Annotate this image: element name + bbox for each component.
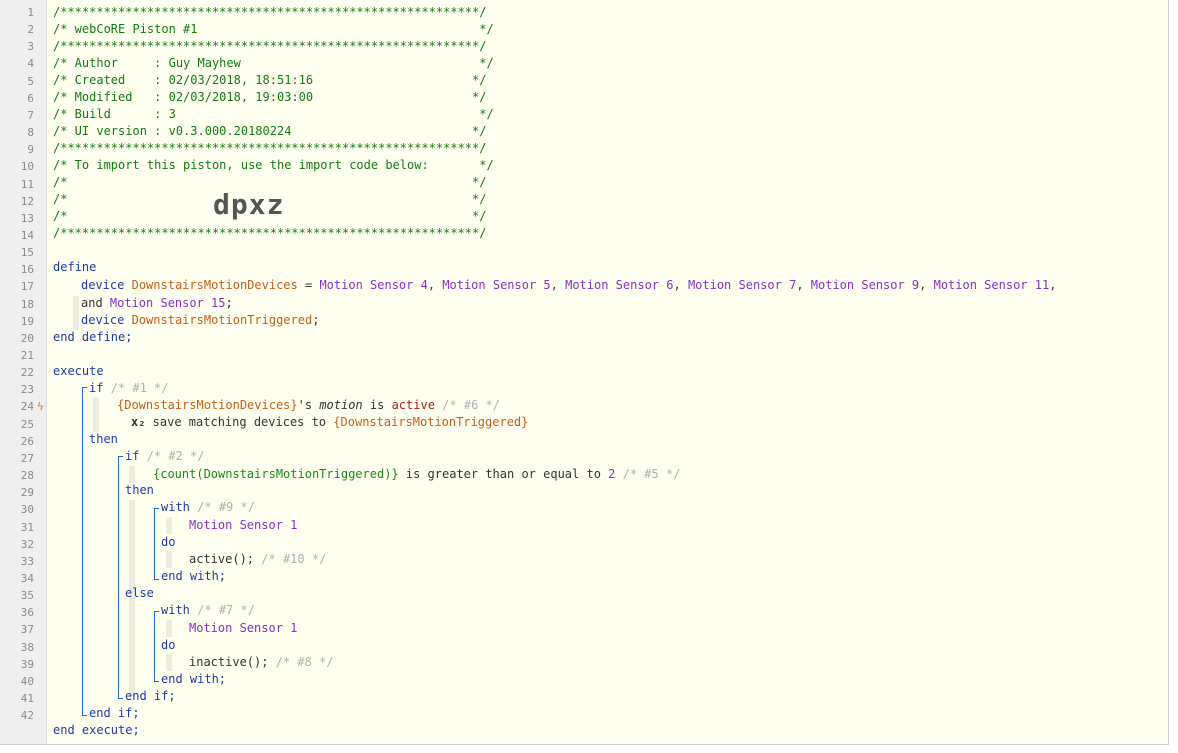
if-statement-2[interactable]: if /* #2 */ [125,448,204,465]
line-number: 4 [27,57,34,71]
line-number: 28 [20,469,34,483]
line-number: 37 [20,623,34,637]
line-number: 38 [20,640,34,654]
code-editor: 1 2 3 4 5 6 7 8 9 10 11 12 13 14 15 16 17 18 19 20 21 22 23 24 2… [0,0,1169,745]
line-number: 25 [20,417,34,431]
save-matching-devices[interactable]: x₂ save matching devices to {DownstairsM… [131,414,528,431]
end-define: end define; [53,330,133,344]
line-number: 7 [27,108,34,122]
code-line: /* Modified : 02/03/2018, 19:03:00 */ [53,90,487,104]
line-number: 6 [27,91,34,105]
line-number: 9 [27,143,34,157]
do-keyword: do [161,535,176,549]
code-line: /***************************************… [53,226,487,240]
line-number: 19 [20,314,34,328]
end-with: end with; [161,569,227,583]
trigger-bolt-icon: ϟ [37,400,44,413]
action-inactive[interactable]: inactive(); /* #8 */ [189,654,334,671]
code-line: /* Created : 02/03/2018, 18:51:16 */ [53,73,487,87]
line-number: 40 [20,674,34,688]
with-device-2[interactable]: Motion Sensor 1 [189,620,297,637]
line-number: 31 [20,520,34,534]
line-number: 27 [20,451,34,465]
condition-2[interactable]: {count(DownstairsMotionTriggered)} is gr… [153,466,680,483]
line-number: 15 [20,246,34,260]
line-number: 35 [20,589,34,603]
code-line: /* Author : Guy Mayhew */ [53,56,494,70]
line-number: 29 [20,486,34,500]
line-number: 8 [27,126,34,140]
code-line: /***************************************… [53,39,487,53]
line-number: 22 [20,366,34,380]
line-number: 17 [20,280,34,294]
line-number: 41 [20,692,34,705]
line-number: 18 [20,297,34,311]
end-with: end with; [161,672,227,686]
line-number: 12 [20,194,34,208]
line-number: 10 [20,160,34,174]
end-execute: end execute; [53,723,140,737]
line-number: 5 [27,74,34,88]
line-number: 16 [20,263,34,277]
if-statement-1[interactable]: if /* #1 */ [89,380,168,397]
line-number: 1 [27,6,34,19]
line-number: 34 [20,571,34,585]
code-line: /***************************************… [53,5,487,19]
code-line: /***************************************… [53,141,487,155]
execute-keyword: execute [53,364,104,378]
action-active[interactable]: active(); /* #10 */ [189,551,326,568]
end-if: end if; [125,689,176,703]
line-number: 26 [20,434,34,448]
with-statement-1[interactable]: with /* #9 */ [161,499,255,516]
save-variable-icon: x₂ [131,415,146,429]
code-line: /* Build : 3 */ [53,107,494,121]
end-if: end if; [89,706,140,720]
line-number: 39 [20,657,34,671]
define-keyword: define [53,260,97,274]
import-code[interactable]: dpxz [213,188,284,221]
line-number: 13 [20,211,34,225]
code-line-define-triggered: device DownstairsMotionTriggered; [81,313,320,327]
condition-1[interactable]: {DownstairsMotionDevices}'s motion is ac… [117,397,500,414]
then-keyword: then [125,483,154,497]
code-line-define-continued: and Motion Sensor 15; [81,296,233,310]
line-number: 11 [20,177,34,191]
line-number: 23 [20,383,34,397]
line-number: 3 [27,40,34,54]
code-line: /* UI version : v0.3.000.20180224 */ [53,124,487,138]
line-number: 33 [20,554,34,568]
line-number: 14 [20,228,34,242]
code-line: /* To import this piston, use the import… [53,158,494,172]
line-number: 24 [20,400,34,414]
line-number: 42 [20,709,34,723]
line-number: 36 [20,606,34,620]
then-keyword: then [89,432,118,446]
code-line: /* webCoRE Piston #1 */ [53,22,494,36]
line-number: 2 [27,23,34,37]
line-number: 30 [20,503,34,517]
line-number: 21 [20,349,34,362]
do-keyword: do [161,638,176,652]
else-keyword: else [125,586,154,600]
code-line-define-devices: device DownstairsMotionDevices = Motion … [81,278,1057,292]
line-number: 20 [20,331,34,345]
with-device-1[interactable]: Motion Sensor 1 [189,517,297,534]
line-number: 32 [20,537,34,551]
with-statement-2[interactable]: with /* #7 */ [161,602,255,619]
